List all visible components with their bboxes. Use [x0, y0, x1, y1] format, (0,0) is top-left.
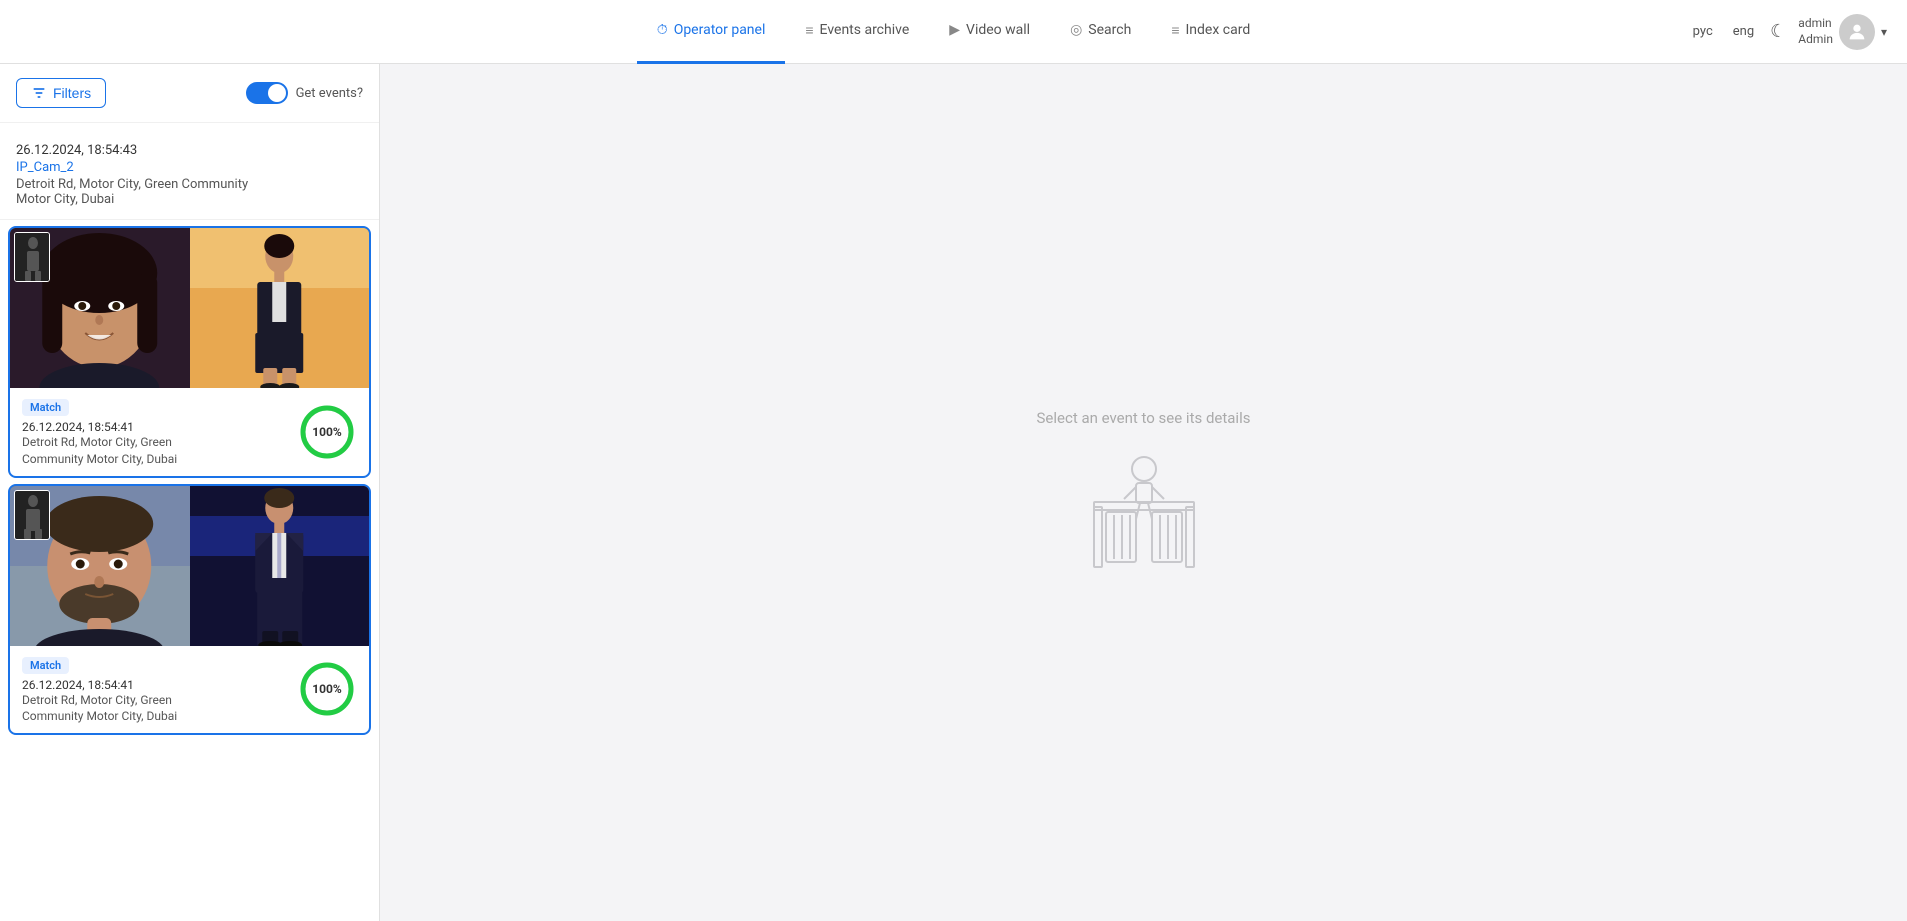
nav-video-wall-label: Video wall — [966, 22, 1030, 38]
user-text: admin Admin — [1798, 16, 1833, 47]
card-timestamp: 26.12.2024, 18:54:41 — [22, 420, 297, 434]
list-item[interactable]: Match 26.12.2024, 18:54:41 Detroit Rd, M… — [8, 226, 371, 478]
percent-text: 100% — [312, 425, 342, 439]
avatar — [1839, 14, 1875, 50]
operator-panel-icon: ⏱ — [657, 22, 668, 38]
nav-events-archive-label: Events archive — [820, 22, 910, 38]
card-location: Detroit Rd, Motor City, Green Community … — [22, 692, 297, 726]
list-item[interactable]: 26.12.2024, 18:54:43 IP_Cam_2 Detroit Rd… — [0, 131, 379, 220]
card-text: Match 26.12.2024, 18:54:41 Detroit Rd, M… — [22, 654, 297, 726]
event-timestamp: 26.12.2024, 18:54:43 — [16, 143, 363, 158]
nav-video-wall[interactable]: ▶ Video wall — [929, 0, 1050, 64]
events-list: 26.12.2024, 18:54:43 IP_Cam_2 Detroit Rd… — [0, 123, 379, 921]
card-text: Match 26.12.2024, 18:54:41 Detroit Rd, M… — [22, 396, 297, 468]
card-timestamp: 26.12.2024, 18:54:41 — [22, 678, 297, 692]
person-thumbnail — [14, 232, 50, 282]
get-events-row: Get events? — [246, 82, 363, 104]
event-camera[interactable]: IP_Cam_2 — [16, 160, 363, 175]
header-right: рус eng ☾ admin Admin ▾ — [1689, 14, 1887, 50]
card-location: Detroit Rd, Motor City, Green Community … — [22, 434, 297, 468]
sidebar-header: Filters Get events? — [0, 64, 379, 123]
face-closeup-left — [10, 486, 190, 646]
user-menu[interactable]: admin Admin ▾ — [1798, 14, 1887, 50]
event-location: Detroit Rd, Motor City, Green Community … — [16, 177, 363, 207]
match-percent: 100% — [297, 659, 357, 719]
nav-events-archive[interactable]: ≡ Events archive — [785, 0, 929, 64]
percent-text: 100% — [312, 682, 342, 696]
thumbnail-silhouette — [15, 233, 50, 282]
header: ⏱ Operator panel ≡ Events archive ▶ Vide… — [0, 0, 1907, 64]
match-badge: Match — [22, 399, 69, 416]
photos-row — [10, 486, 369, 646]
card-info: Match 26.12.2024, 18:54:41 Detroit Rd, M… — [10, 388, 369, 476]
main-layout: Filters Get events? 26.12.2024, 18:54:43… — [0, 64, 1907, 921]
person-thumbnail — [14, 490, 50, 540]
match-badge: Match — [22, 657, 69, 674]
body-image-svg — [190, 228, 370, 388]
chevron-down-icon: ▾ — [1881, 25, 1887, 39]
nav-search-label: Search — [1088, 22, 1131, 38]
events-archive-icon: ≡ — [805, 22, 813, 39]
lang-eng-button[interactable]: eng — [1729, 22, 1758, 41]
main-content: Select an event to see its details — [380, 64, 1907, 921]
lang-ru-button[interactable]: рус — [1689, 22, 1717, 41]
body-image-right — [190, 486, 370, 646]
sidebar: Filters Get events? 26.12.2024, 18:54:43… — [0, 64, 380, 921]
nav-index-card[interactable]: ≡ Index card — [1151, 0, 1270, 64]
card-info: Match 26.12.2024, 18:54:41 Detroit Rd, M… — [10, 646, 369, 734]
list-item[interactable]: Match 26.12.2024, 18:54:41 Detroit Rd, M… — [8, 484, 371, 736]
thumbnail-silhouette — [15, 491, 50, 540]
video-wall-icon: ▶ — [949, 22, 960, 38]
user-role: Admin — [1798, 32, 1833, 48]
match-percent: 100% — [297, 402, 357, 462]
nav-operator-panel-label: Operator panel — [674, 22, 766, 38]
filter-icon — [31, 85, 47, 101]
nav-index-card-label: Index card — [1185, 22, 1250, 38]
index-card-icon: ≡ — [1171, 22, 1179, 39]
filters-button[interactable]: Filters — [16, 78, 106, 108]
user-name: admin — [1798, 16, 1833, 32]
get-events-toggle[interactable] — [246, 82, 288, 104]
empty-state-icon — [1084, 447, 1204, 577]
face-closeup-left — [10, 228, 190, 388]
empty-state-text: Select an event to see its details — [1037, 409, 1251, 427]
theme-toggle-button[interactable]: ☾ — [1770, 21, 1786, 42]
photos-row — [10, 228, 369, 388]
search-icon: ◎ — [1070, 22, 1082, 38]
get-events-label: Get events? — [296, 86, 363, 101]
body-image-svg — [190, 486, 370, 646]
nav-search[interactable]: ◎ Search — [1050, 0, 1151, 64]
filters-label: Filters — [53, 85, 91, 101]
main-nav: ⏱ Operator panel ≡ Events archive ▶ Vide… — [637, 0, 1270, 64]
nav-operator-panel[interactable]: ⏱ Operator panel — [637, 0, 786, 64]
body-image-right — [190, 228, 370, 388]
